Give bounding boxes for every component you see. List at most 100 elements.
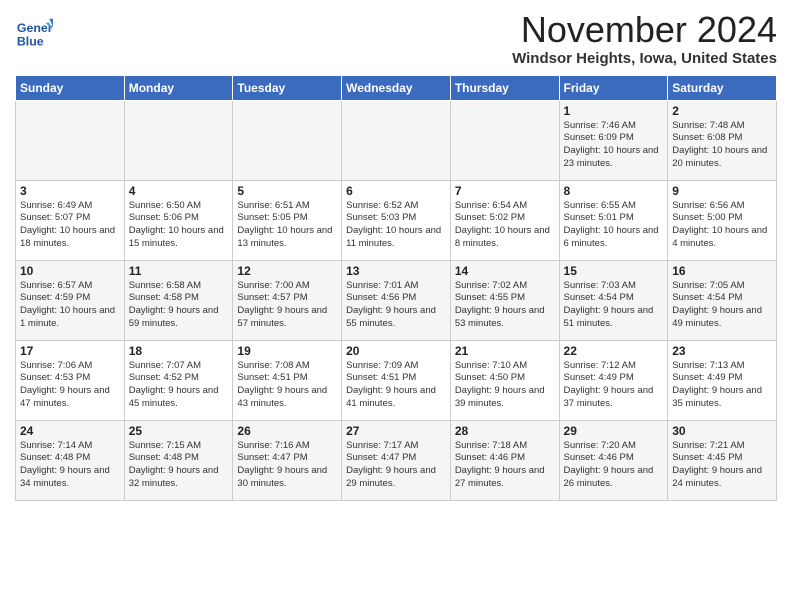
calendar-cell: 28 Sunrise: 7:18 AM Sunset: 4:46 PM Dayli… — [450, 420, 559, 500]
day-number: 13 — [346, 264, 446, 278]
cell-content: Sunrise: 7:18 AM Sunset: 4:46 PM Dayligh… — [455, 440, 555, 491]
calendar-cell: 11 Sunrise: 6:58 AM Sunset: 4:58 PM Dayli… — [124, 260, 233, 340]
day-header-thursday: Thursday — [450, 75, 559, 100]
cell-content: Sunrise: 7:17 AM Sunset: 4:47 PM Dayligh… — [346, 440, 446, 491]
day-number: 30 — [672, 424, 772, 438]
calendar-week-2: 3 Sunrise: 6:49 AM Sunset: 5:07 PM Daylig… — [16, 180, 777, 260]
calendar-cell: 30 Sunrise: 7:21 AM Sunset: 4:45 PM Dayli… — [668, 420, 777, 500]
cell-content: Sunrise: 7:46 AM Sunset: 6:09 PM Dayligh… — [564, 120, 664, 171]
day-header-friday: Friday — [559, 75, 668, 100]
cell-content: Sunrise: 6:50 AM Sunset: 5:06 PM Dayligh… — [129, 200, 229, 251]
day-number: 26 — [237, 424, 337, 438]
cell-content: Sunrise: 7:14 AM Sunset: 4:48 PM Dayligh… — [20, 440, 120, 491]
logo: General Blue — [15, 15, 57, 53]
calendar-cell: 5Sunrise: 6:51 AM Sunset: 5:05 PM Daylig… — [233, 180, 342, 260]
calendar-cell: 7 Sunrise: 6:54 AM Sunset: 5:02 PM Daylig… — [450, 180, 559, 260]
cell-content: Sunrise: 7:16 AM Sunset: 4:47 PM Dayligh… — [237, 440, 337, 491]
day-number: 28 — [455, 424, 555, 438]
day-number: 21 — [455, 344, 555, 358]
calendar-cell: 27 Sunrise: 7:17 AM Sunset: 4:47 PM Dayli… — [342, 420, 451, 500]
day-number: 19 — [237, 344, 337, 358]
cell-content: Sunrise: 6:51 AM Sunset: 5:05 PM Dayligh… — [237, 200, 337, 251]
cell-content: Sunrise: 6:57 AM Sunset: 4:59 PM Dayligh… — [20, 280, 120, 331]
day-number: 4 — [129, 184, 229, 198]
cell-content: Sunrise: 7:02 AM Sunset: 4:55 PM Dayligh… — [455, 280, 555, 331]
day-number: 29 — [564, 424, 664, 438]
calendar-cell: 15 Sunrise: 7:03 AM Sunset: 4:54 PM Dayli… — [559, 260, 668, 340]
day-number: 11 — [129, 264, 229, 278]
day-number: 9 — [672, 184, 772, 198]
day-number: 23 — [672, 344, 772, 358]
cell-content: Sunrise: 6:55 AM Sunset: 5:01 PM Dayligh… — [564, 200, 664, 251]
cell-content: Sunrise: 7:09 AM Sunset: 4:51 PM Dayligh… — [346, 360, 446, 411]
calendar-week-3: 10 Sunrise: 6:57 AM Sunset: 4:59 PM Dayli… — [16, 260, 777, 340]
calendar-cell: 13 Sunrise: 7:01 AM Sunset: 4:56 PM Dayli… — [342, 260, 451, 340]
day-header-wednesday: Wednesday — [342, 75, 451, 100]
calendar-cell: 22Sunrise: 7:12 AM Sunset: 4:49 PM Dayli… — [559, 340, 668, 420]
calendar-body: 1Sunrise: 7:46 AM Sunset: 6:09 PM Daylig… — [16, 100, 777, 500]
cell-content: Sunrise: 7:48 AM Sunset: 6:08 PM Dayligh… — [672, 120, 772, 171]
day-header-saturday: Saturday — [668, 75, 777, 100]
cell-content: Sunrise: 6:52 AM Sunset: 5:03 PM Dayligh… — [346, 200, 446, 251]
calendar-week-1: 1Sunrise: 7:46 AM Sunset: 6:09 PM Daylig… — [16, 100, 777, 180]
calendar-cell — [124, 100, 233, 180]
page-header: General Blue November 2024 Windsor Heigh… — [15, 10, 777, 67]
day-number: 17 — [20, 344, 120, 358]
calendar-table: SundayMondayTuesdayWednesdayThursdayFrid… — [15, 75, 777, 501]
calendar-cell: 18 Sunrise: 7:07 AM Sunset: 4:52 PM Dayli… — [124, 340, 233, 420]
cell-content: Sunrise: 7:10 AM Sunset: 4:50 PM Dayligh… — [455, 360, 555, 411]
day-number: 3 — [20, 184, 120, 198]
calendar-cell — [16, 100, 125, 180]
cell-content: Sunrise: 6:49 AM Sunset: 5:07 PM Dayligh… — [20, 200, 120, 251]
calendar-cell: 8 Sunrise: 6:55 AM Sunset: 5:01 PM Daylig… — [559, 180, 668, 260]
calendar-week-4: 17Sunrise: 7:06 AM Sunset: 4:53 PM Dayli… — [16, 340, 777, 420]
day-number: 24 — [20, 424, 120, 438]
logo-icon: General Blue — [15, 15, 53, 53]
calendar-cell: 26 Sunrise: 7:16 AM Sunset: 4:47 PM Dayli… — [233, 420, 342, 500]
cell-content: Sunrise: 7:07 AM Sunset: 4:52 PM Dayligh… — [129, 360, 229, 411]
day-number: 6 — [346, 184, 446, 198]
cell-content: Sunrise: 7:20 AM Sunset: 4:46 PM Dayligh… — [564, 440, 664, 491]
day-number: 25 — [129, 424, 229, 438]
calendar-cell: 19Sunrise: 7:08 AM Sunset: 4:51 PM Dayli… — [233, 340, 342, 420]
cell-content: Sunrise: 7:05 AM Sunset: 4:54 PM Dayligh… — [672, 280, 772, 331]
calendar-cell: 4 Sunrise: 6:50 AM Sunset: 5:06 PM Daylig… — [124, 180, 233, 260]
calendar-cell — [450, 100, 559, 180]
calendar-cell: 20 Sunrise: 7:09 AM Sunset: 4:51 PM Dayli… — [342, 340, 451, 420]
calendar-cell: 6 Sunrise: 6:52 AM Sunset: 5:03 PM Daylig… — [342, 180, 451, 260]
cell-content: Sunrise: 7:12 AM Sunset: 4:49 PM Dayligh… — [564, 360, 664, 411]
day-number: 7 — [455, 184, 555, 198]
day-number: 20 — [346, 344, 446, 358]
day-number: 12 — [237, 264, 337, 278]
day-number: 8 — [564, 184, 664, 198]
day-number: 10 — [20, 264, 120, 278]
calendar-cell: 29 Sunrise: 7:20 AM Sunset: 4:46 PM Dayli… — [559, 420, 668, 500]
cell-content: Sunrise: 6:58 AM Sunset: 4:58 PM Dayligh… — [129, 280, 229, 331]
cell-content: Sunrise: 6:54 AM Sunset: 5:02 PM Dayligh… — [455, 200, 555, 251]
calendar-cell: 3 Sunrise: 6:49 AM Sunset: 5:07 PM Daylig… — [16, 180, 125, 260]
calendar-week-5: 24 Sunrise: 7:14 AM Sunset: 4:48 PM Dayli… — [16, 420, 777, 500]
cell-content: Sunrise: 7:01 AM Sunset: 4:56 PM Dayligh… — [346, 280, 446, 331]
day-number: 27 — [346, 424, 446, 438]
calendar-header-row: SundayMondayTuesdayWednesdayThursdayFrid… — [16, 75, 777, 100]
cell-content: Sunrise: 7:21 AM Sunset: 4:45 PM Dayligh… — [672, 440, 772, 491]
calendar-cell: 21 Sunrise: 7:10 AM Sunset: 4:50 PM Dayli… — [450, 340, 559, 420]
day-number: 18 — [129, 344, 229, 358]
cell-content: Sunrise: 7:03 AM Sunset: 4:54 PM Dayligh… — [564, 280, 664, 331]
day-number: 15 — [564, 264, 664, 278]
calendar-cell: 23Sunrise: 7:13 AM Sunset: 4:49 PM Dayli… — [668, 340, 777, 420]
month-title: November 2024 — [512, 10, 777, 50]
title-block: November 2024 Windsor Heights, Iowa, Uni… — [512, 10, 777, 67]
calendar-cell: 12 Sunrise: 7:00 AM Sunset: 4:57 PM Dayli… — [233, 260, 342, 340]
day-number: 14 — [455, 264, 555, 278]
svg-text:Blue: Blue — [17, 34, 44, 48]
cell-content: Sunrise: 6:56 AM Sunset: 5:00 PM Dayligh… — [672, 200, 772, 251]
calendar-cell: 10 Sunrise: 6:57 AM Sunset: 4:59 PM Dayli… — [16, 260, 125, 340]
day-header-monday: Monday — [124, 75, 233, 100]
cell-content: Sunrise: 7:00 AM Sunset: 4:57 PM Dayligh… — [237, 280, 337, 331]
calendar-cell — [233, 100, 342, 180]
calendar-cell: 25 Sunrise: 7:15 AM Sunset: 4:48 PM Dayli… — [124, 420, 233, 500]
day-number: 16 — [672, 264, 772, 278]
cell-content: Sunrise: 7:15 AM Sunset: 4:48 PM Dayligh… — [129, 440, 229, 491]
location-title: Windsor Heights, Iowa, United States — [512, 50, 777, 67]
